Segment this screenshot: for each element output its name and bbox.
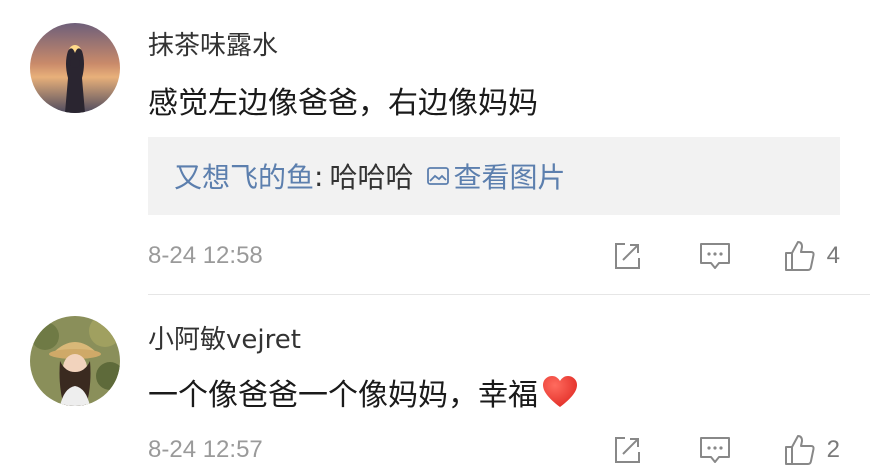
reply-author[interactable]: 又想飞的鱼 [174, 156, 314, 196]
comment-text-row: 一个像爸爸一个像妈妈，幸福 [148, 370, 578, 414]
comment-actions: 2 [611, 430, 840, 470]
comment-meta: 8-24 12:58 4 [148, 236, 840, 276]
thumbs-up-icon [784, 435, 815, 465]
like-button[interactable]: 2 [783, 433, 840, 467]
like-count: 4 [826, 242, 840, 269]
reply-preview[interactable]: 又想飞的鱼 : 哈哈哈 查看图片 [148, 137, 840, 215]
timestamp: 8-24 12:57 [148, 436, 263, 463]
reply-button[interactable] [698, 434, 732, 466]
avatar[interactable] [30, 23, 120, 113]
reply-colon: : [314, 159, 324, 193]
divider [148, 294, 870, 295]
thumbs-up-icon [784, 241, 815, 271]
view-picture-label: 查看图片 [453, 161, 566, 194]
comment-text: 一个像爸爸一个像妈妈，幸福 [148, 378, 538, 413]
comment-actions: 4 [611, 236, 840, 276]
red-heart-icon [543, 376, 577, 407]
comment-item: 抹茶味露水 感觉左边像爸爸，右边像妈妈 又想飞的鱼 : 哈哈哈 查看图片 8-2… [0, 0, 870, 295]
share-button[interactable] [611, 240, 643, 272]
reply-text: 哈哈哈 [329, 161, 414, 194]
comment-text: 感觉左边像爸爸，右边像妈妈 [148, 86, 538, 121]
avatar[interactable] [30, 316, 120, 406]
comment-item: 小阿敏vejret 一个像爸爸一个像妈妈，幸福 8-24 12:57 2 [0, 296, 870, 471]
username[interactable]: 抹茶味露水 [148, 25, 278, 62]
like-button[interactable]: 4 [783, 239, 840, 273]
timestamp: 8-24 12:58 [148, 242, 263, 269]
reply-button[interactable] [698, 240, 732, 272]
like-count: 2 [826, 436, 840, 463]
comment-meta: 8-24 12:57 2 [148, 430, 840, 470]
share-icon [614, 437, 640, 463]
username[interactable]: 小阿敏vejret [148, 319, 301, 356]
comment-icon [699, 437, 730, 463]
view-picture-link[interactable]: 查看图片 [427, 156, 565, 196]
share-icon [614, 243, 640, 269]
share-button[interactable] [611, 434, 643, 466]
image-icon [427, 167, 450, 185]
comment-icon [699, 243, 730, 269]
